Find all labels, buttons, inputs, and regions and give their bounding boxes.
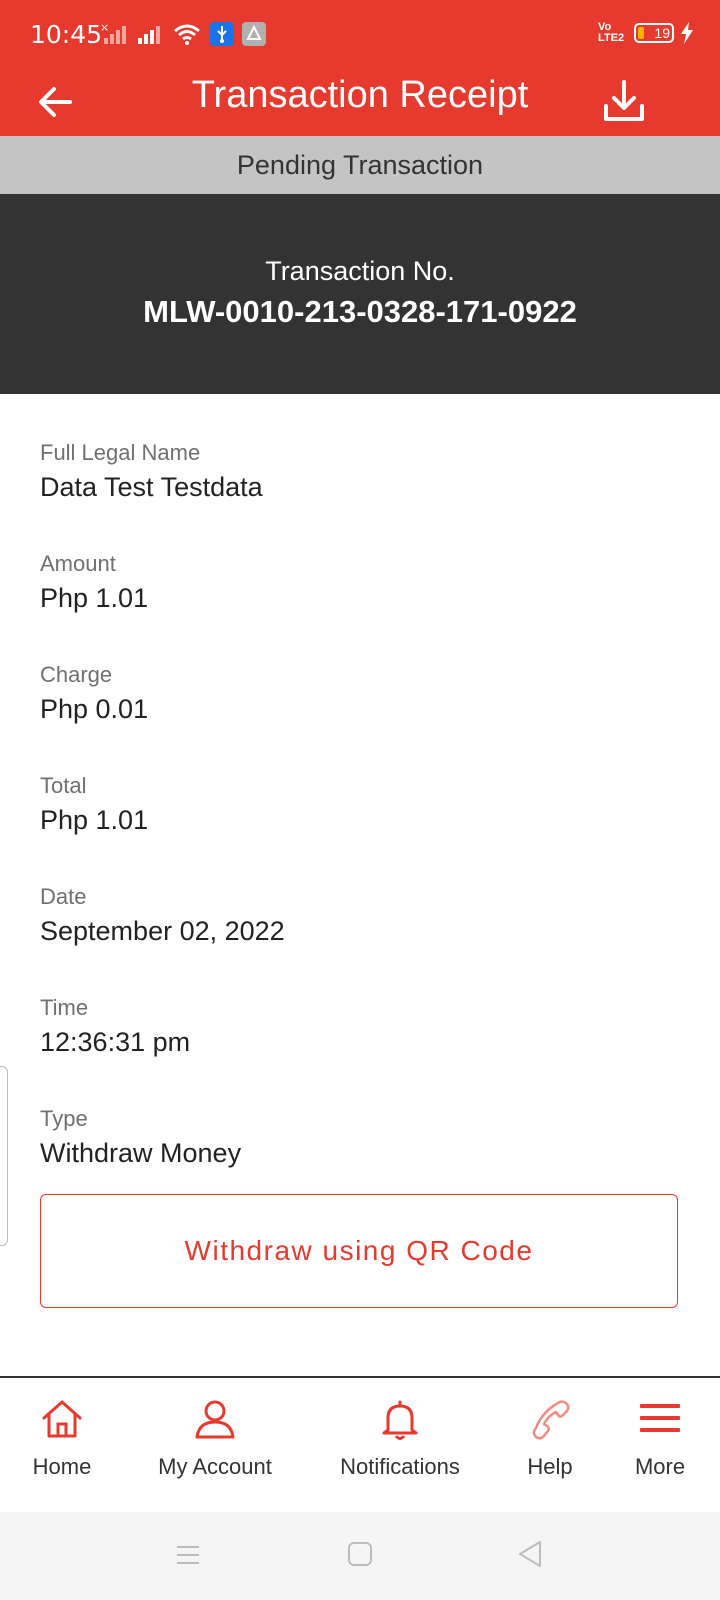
no-sim-signal-icon: × (100, 22, 126, 44)
nav-home[interactable]: Home (12, 1378, 112, 1514)
status-icons: × (100, 20, 266, 48)
pending-status-banner: Pending Transaction (0, 136, 720, 194)
withdraw-qr-button[interactable]: Withdraw using QR Code (40, 1194, 678, 1308)
transaction-details: Full Legal Name Data Test Testdata Amoun… (40, 438, 680, 1215)
detail-label: Time (40, 995, 89, 1020)
nav-label-help: Help (527, 1454, 573, 1479)
nav-label-notifications: Notifications (340, 1454, 460, 1479)
side-panel-handle[interactable] (0, 1066, 8, 1246)
charging-icon (681, 22, 693, 44)
user-icon (195, 1400, 235, 1439)
status-bar: 10:45 × Vo LTE2 19 (0, 0, 720, 72)
nav-label-more: More (634, 1454, 686, 1479)
detail-full-legal-name: Full Legal Name Data Test Testdata (40, 438, 680, 549)
signal-icon (138, 26, 160, 44)
detail-amount: Amount Php 1.01 (40, 549, 680, 660)
battery-icon: 19 (634, 23, 674, 43)
nav-help[interactable]: Help (505, 1378, 595, 1514)
app-notification-icon (242, 22, 266, 46)
detail-label: Total (40, 773, 87, 798)
battery-level: 19 (654, 25, 670, 41)
detail-label: Type (40, 1106, 88, 1131)
detail-value: Php 1.01 (40, 805, 149, 835)
recent-apps-icon[interactable] (175, 1542, 201, 1568)
detail-label: Amount (40, 551, 116, 576)
detail-time: Time 12:36:31 pm (40, 993, 680, 1104)
volte-icon: Vo LTE2 (598, 21, 625, 44)
detail-value: Php 0.01 (40, 694, 149, 724)
nav-my-account[interactable]: My Account (145, 1378, 285, 1514)
bottom-navigation: Home My Account Notifications Help More (0, 1376, 720, 1514)
home-system-icon[interactable] (347, 1541, 373, 1567)
transaction-number-label: Transaction No. (265, 256, 455, 286)
detail-date: Date September 02, 2022 (40, 882, 680, 993)
detail-total: Total Php 1.01 (40, 771, 680, 882)
download-button[interactable] (598, 76, 650, 128)
nav-notifications[interactable]: Notifications (320, 1378, 480, 1514)
nav-label-my-account: My Account (158, 1454, 272, 1479)
home-icon (42, 1400, 82, 1438)
phone-icon (532, 1400, 570, 1440)
detail-charge: Charge Php 0.01 (40, 660, 680, 771)
usb-icon (210, 22, 234, 46)
back-system-icon[interactable] (516, 1539, 544, 1569)
app-bar: Transaction Receipt (0, 72, 720, 136)
transaction-number-panel: Transaction No. MLW-0010-213-0328-171-09… (0, 194, 720, 394)
transaction-number: MLW-0010-213-0328-171-0922 (143, 294, 577, 329)
detail-label: Charge (40, 662, 113, 687)
detail-value: September 02, 2022 (40, 916, 285, 946)
nav-label-home: Home (32, 1454, 92, 1479)
svg-text:×: × (100, 22, 109, 34)
status-time: 10:45 (30, 20, 103, 49)
detail-value: 12:36:31 pm (40, 1027, 191, 1057)
system-navigation-bar (0, 1512, 720, 1600)
download-icon (604, 80, 644, 121)
nav-more[interactable]: More (615, 1378, 705, 1514)
detail-label: Date (40, 884, 87, 909)
menu-icon (640, 1404, 680, 1432)
detail-value: Withdraw Money (40, 1138, 242, 1168)
detail-label: Full Legal Name (40, 440, 201, 465)
wifi-icon (174, 24, 200, 45)
detail-value: Php 1.01 (40, 583, 149, 613)
status-right: Vo LTE2 19 (598, 22, 694, 44)
bell-icon (382, 1400, 418, 1440)
detail-value: Data Test Testdata (40, 472, 263, 502)
